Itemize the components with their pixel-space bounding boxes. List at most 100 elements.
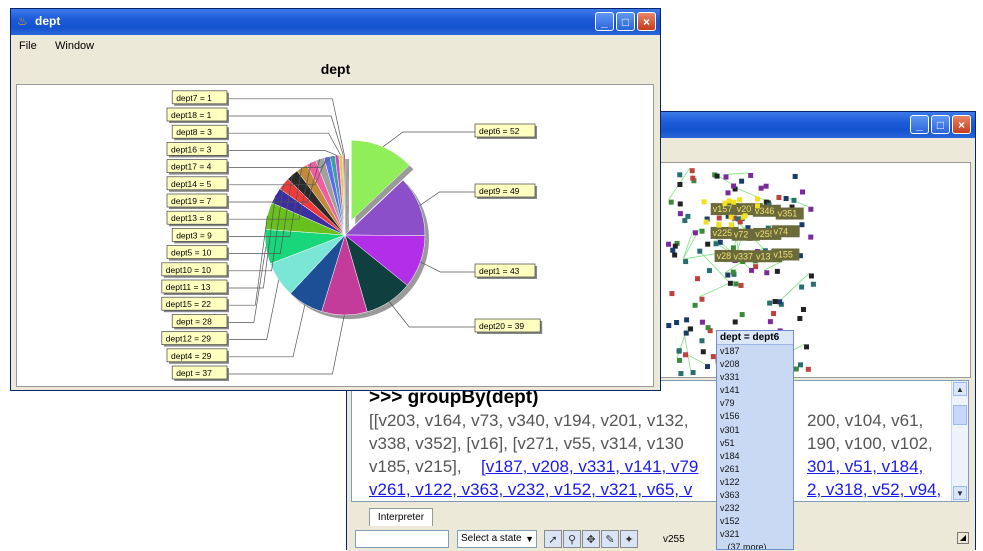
zoom-tool-icon[interactable]: ⚲ — [563, 530, 581, 548]
graph-node[interactable] — [714, 173, 720, 179]
graph-node[interactable] — [692, 230, 698, 236]
graph-node[interactable] — [723, 174, 729, 180]
graph-node[interactable] — [677, 172, 683, 178]
graph-node[interactable] — [695, 276, 701, 282]
graph-node[interactable] — [767, 300, 773, 306]
graph-node[interactable] — [792, 173, 798, 179]
graph-node[interactable] — [753, 264, 759, 270]
group-link-2[interactable]: v261, v122, v363, v232, v152, v321, v65,… — [369, 480, 692, 500]
minimize-icon[interactable]: _ — [910, 115, 929, 134]
graph-node[interactable] — [791, 197, 797, 203]
graph-node[interactable] — [763, 183, 769, 189]
graph-node[interactable] — [676, 348, 682, 354]
graph-node[interactable] — [692, 302, 698, 308]
graph-node[interactable] — [748, 172, 754, 178]
graph-node[interactable] — [731, 183, 737, 189]
chart-window-titlebar[interactable]: ♨ dept _ □ × — [11, 9, 660, 35]
graph-node[interactable] — [666, 323, 672, 329]
graph-node[interactable] — [669, 291, 675, 297]
menu-file[interactable]: File — [19, 40, 37, 52]
graph-node[interactable] — [758, 185, 764, 191]
graph-node[interactable] — [737, 219, 743, 225]
graph-node[interactable] — [685, 213, 691, 219]
graph-node[interactable] — [797, 315, 803, 321]
graph-node[interactable] — [776, 195, 782, 201]
scroll-down-icon[interactable]: ▼ — [953, 486, 967, 500]
graph-node[interactable] — [725, 272, 731, 278]
maximize-icon[interactable]: □ — [931, 115, 950, 134]
graph-node[interactable] — [810, 281, 816, 287]
graph-node[interactable] — [688, 326, 694, 332]
graph-node[interactable] — [800, 306, 806, 312]
graph-node[interactable] — [804, 344, 810, 350]
graph-node[interactable] — [676, 357, 682, 363]
graph-node[interactable] — [739, 178, 745, 184]
graph-node[interactable] — [739, 312, 745, 318]
graph-node[interactable] — [697, 248, 703, 254]
menu-window[interactable]: Window — [55, 40, 94, 52]
resize-grip-icon[interactable]: ◢ — [957, 532, 969, 544]
graph-node[interactable] — [727, 280, 733, 286]
graph-node[interactable] — [772, 299, 778, 305]
graph-node[interactable] — [672, 252, 678, 258]
graph-node[interactable] — [808, 234, 814, 240]
graph-node[interactable] — [771, 311, 777, 317]
graph-node[interactable] — [767, 319, 773, 325]
scroll-thumb[interactable] — [953, 405, 967, 425]
graph-node[interactable] — [705, 325, 711, 331]
graph-node[interactable] — [799, 284, 805, 290]
graph-node[interactable] — [732, 319, 738, 325]
graph-node[interactable] — [716, 215, 722, 221]
graph-node[interactable] — [777, 299, 783, 305]
graph-node[interactable] — [725, 190, 731, 196]
group-link-1-tail[interactable]: 301, v51, v184, — [807, 457, 923, 477]
graph-node[interactable] — [690, 175, 696, 181]
graph-node[interactable] — [666, 241, 672, 247]
graph-canvas[interactable]: v157 v207v346 v351v225 v72 v255v74v287v337 v1… — [660, 163, 971, 378]
maximize-icon[interactable]: □ — [616, 12, 635, 31]
graph-node[interactable] — [699, 296, 705, 302]
graph-node[interactable] — [705, 364, 711, 370]
graph-node[interactable] — [683, 330, 689, 336]
group-link-1[interactable]: [v187, v208, v331, v141, v79 — [481, 457, 698, 477]
group-link-2-tail[interactable]: 2, v318, v52, v94, — [807, 480, 941, 500]
graph-node[interactable] — [690, 370, 696, 376]
graph-node[interactable] — [677, 182, 683, 188]
graph-node[interactable] — [738, 282, 744, 288]
graph-node[interactable] — [677, 201, 683, 207]
graph-node[interactable] — [730, 269, 736, 275]
graph-node[interactable] — [799, 222, 805, 228]
graph-node[interactable] — [683, 259, 689, 265]
graph-node[interactable] — [683, 352, 689, 358]
interpreter-output[interactable]: >>> groupBy(dept) [[v203, v164, v73, v34… — [351, 380, 969, 502]
graph-node[interactable] — [793, 366, 799, 372]
graph-node[interactable] — [689, 168, 695, 174]
graph-node[interactable] — [800, 189, 806, 195]
graph-node[interactable] — [733, 281, 739, 287]
graph-node[interactable] — [670, 247, 676, 253]
pan-tool-icon[interactable]: ✥ — [582, 530, 600, 548]
graph-node[interactable] — [705, 241, 711, 247]
minimize-icon[interactable]: _ — [595, 12, 614, 31]
graph-node[interactable] — [668, 199, 674, 205]
graph-node[interactable] — [678, 371, 684, 377]
interpreter-scrollbar[interactable]: ▲ ▼ — [951, 381, 968, 501]
graph-node[interactable] — [808, 206, 814, 212]
graph-node[interactable] — [677, 211, 683, 217]
graph-node[interactable] — [699, 228, 705, 234]
graph-node[interactable] — [798, 362, 804, 368]
graph-node[interactable] — [699, 338, 705, 344]
tab-interpreter[interactable]: Interpreter — [369, 508, 433, 526]
graph-node[interactable] — [713, 241, 719, 247]
graph-node[interactable] — [774, 268, 780, 274]
graph-node[interactable] — [700, 349, 706, 355]
graph-node[interactable] — [808, 273, 814, 279]
pick-tool-icon[interactable]: ✎ — [601, 530, 619, 548]
scroll-up-icon[interactable]: ▲ — [953, 382, 967, 396]
graph-node[interactable] — [684, 317, 690, 323]
graph-node[interactable] — [706, 268, 712, 274]
graph-node[interactable] — [699, 319, 705, 325]
graph-node[interactable] — [730, 245, 736, 251]
graph-node[interactable] — [805, 366, 811, 372]
close-icon[interactable]: × — [637, 12, 656, 31]
